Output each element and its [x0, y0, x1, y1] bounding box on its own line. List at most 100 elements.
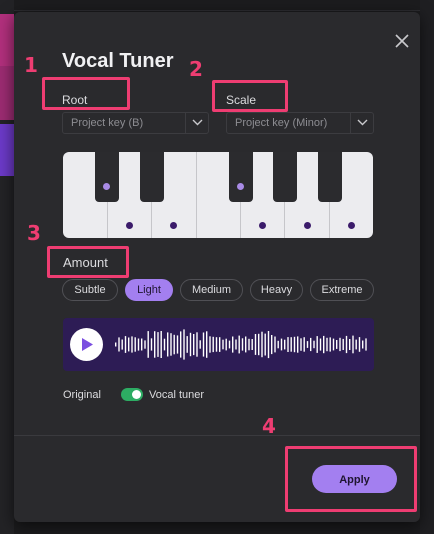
footer-divider	[14, 435, 420, 436]
amount-option-heavy[interactable]: Heavy	[250, 279, 303, 301]
waveform-bar	[124, 336, 127, 353]
waveform-bar	[329, 337, 331, 352]
waveform-bar	[365, 338, 367, 351]
toggle-right-label: Vocal tuner	[149, 389, 205, 401]
waveform-bar	[293, 336, 296, 353]
waveform-bar	[358, 337, 361, 352]
chevron-down-icon[interactable]	[350, 113, 373, 133]
toggle-left-label: Original	[63, 389, 101, 401]
chevron-down-icon[interactable]	[185, 113, 208, 133]
vocal-tuner-toggle[interactable]	[121, 388, 143, 401]
waveform-bar	[355, 339, 357, 350]
waveform-bar	[215, 337, 218, 352]
waveform-bar	[238, 335, 240, 354]
scale-note-dot	[237, 183, 244, 190]
waveform-bar	[326, 337, 328, 352]
amount-option-subtle[interactable]: Subtle	[62, 279, 118, 301]
waveform-bar	[141, 338, 143, 351]
background-track-clip	[0, 14, 14, 66]
background-track-clip	[0, 66, 14, 120]
waveform-bar	[180, 331, 182, 358]
waveform-bar	[193, 334, 195, 356]
root-select-value: Project key (B)	[71, 117, 144, 129]
scale-note-dot	[304, 222, 311, 229]
annotation-box-root	[42, 77, 130, 110]
waveform-bar	[306, 341, 309, 348]
scale-note-dot	[126, 222, 133, 229]
waveform-bar	[319, 338, 322, 351]
waveform-bar	[251, 339, 253, 350]
waveform-bar	[131, 336, 133, 353]
waveform-bar	[115, 342, 117, 347]
background-divider	[0, 10, 434, 11]
waveform-bar	[206, 331, 208, 358]
amount-option-medium[interactable]: Medium	[180, 279, 243, 301]
waveform-bar	[245, 336, 247, 353]
waveform-bar	[202, 332, 205, 357]
background-panel-fragment	[418, 350, 434, 372]
close-icon[interactable]	[393, 33, 411, 51]
waveform-bar	[300, 338, 302, 351]
piano-black-key[interactable]	[95, 152, 119, 202]
scale-note-dot	[170, 222, 177, 229]
waveform-bar	[154, 331, 156, 358]
piano-black-key[interactable]	[229, 152, 253, 202]
amount-option-light[interactable]: Light	[125, 279, 173, 301]
piano-keyboard	[63, 152, 373, 238]
waveform-bar	[362, 340, 364, 349]
toggle-knob	[132, 390, 141, 399]
waveform-bar	[189, 332, 192, 357]
annotation-number: 4	[262, 414, 276, 438]
waveform-bar	[323, 335, 325, 354]
waveform-bar	[254, 334, 257, 355]
waveform-bar	[258, 333, 260, 356]
background-panel-fragment	[418, 318, 434, 340]
waveform-bar	[134, 337, 136, 352]
piano-black-key[interactable]	[318, 152, 342, 202]
waveform-bar	[280, 338, 283, 351]
waveform-bar	[196, 332, 198, 357]
waveform-bar	[287, 337, 289, 352]
root-select[interactable]: Project key (B)	[62, 112, 209, 134]
waveform-bar	[267, 331, 270, 359]
waveform-bar	[342, 338, 344, 350]
waveform-bar	[186, 336, 188, 353]
waveform-bar	[160, 331, 162, 358]
scale-note-dot	[348, 222, 355, 229]
waveform-bar	[147, 331, 149, 358]
waveform-bar	[219, 337, 221, 352]
annotation-box-apply	[285, 446, 417, 512]
amount-option-extreme[interactable]: Extreme	[310, 279, 374, 301]
play-icon[interactable]	[70, 328, 103, 361]
waveform-display[interactable]	[113, 318, 369, 371]
waveform-bar	[303, 337, 305, 352]
waveform-bar	[290, 337, 292, 352]
annotation-box-scale	[212, 80, 288, 112]
waveform-bar	[274, 336, 276, 353]
waveform-bar	[349, 339, 351, 350]
waveform-bar	[228, 340, 231, 349]
waveform-bar	[352, 335, 354, 354]
waveform-bar	[167, 332, 169, 357]
waveform-bar	[118, 337, 120, 352]
waveform-bar	[170, 333, 172, 356]
piano-black-key[interactable]	[273, 152, 297, 202]
audio-preview-player	[63, 318, 374, 371]
waveform-bar	[157, 332, 159, 357]
waveform-bar	[121, 339, 123, 350]
waveform-bar	[209, 336, 211, 353]
waveform-bar	[212, 336, 214, 353]
waveform-bar	[336, 340, 338, 349]
waveform-bar	[235, 339, 237, 350]
background-panel	[420, 0, 434, 534]
waveform-bar	[128, 337, 130, 352]
dialog-title: Vocal Tuner	[62, 50, 174, 72]
piano-black-key[interactable]	[140, 152, 164, 202]
waveform-bar	[176, 335, 179, 354]
waveform-bar	[264, 333, 266, 356]
waveform-bar	[277, 340, 279, 349]
scale-select[interactable]: Project key (Minor)	[226, 112, 374, 134]
waveform-bar	[261, 331, 263, 358]
scale-note-dot	[103, 183, 110, 190]
waveform-bar	[339, 337, 341, 352]
